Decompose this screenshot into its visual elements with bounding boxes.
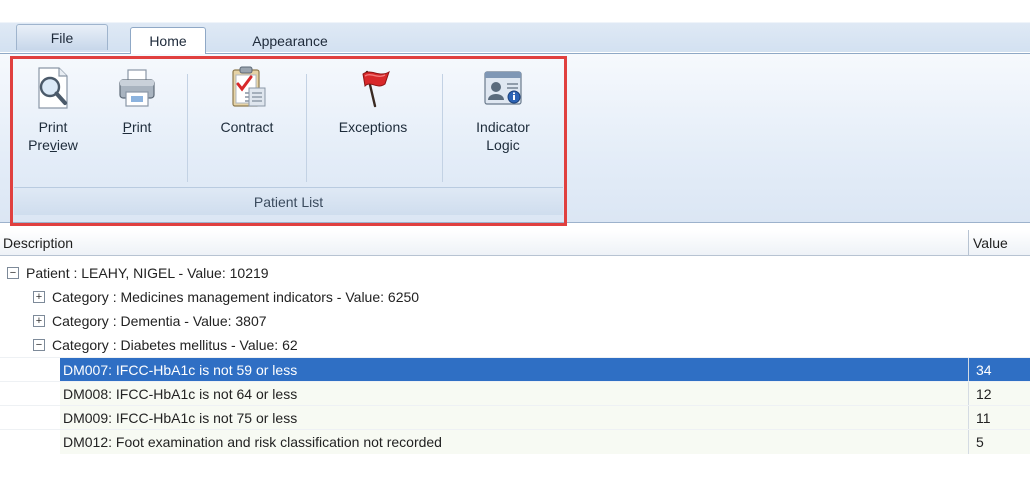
indicator-description: DM009: IFCC-HbA1c is not 75 or less xyxy=(63,410,298,426)
tree-row-patient[interactable]: − Patient : LEAHY, NIGEL - Value: 10219 xyxy=(0,261,1030,285)
tree-row-label: Category : Medicines management indicato… xyxy=(52,289,420,305)
clipboard-checklist-icon xyxy=(232,66,266,107)
column-header-value[interactable]: Value xyxy=(968,230,1030,256)
collapse-icon[interactable]: − xyxy=(7,267,19,279)
print-label: Print xyxy=(122,119,152,135)
collapse-icon[interactable]: − xyxy=(33,339,45,351)
tree-row-label: Category : Diabetes mellitus - Value: 62 xyxy=(52,337,298,353)
indicator-value: 34 xyxy=(976,362,992,378)
column-divider xyxy=(968,382,969,406)
tab-home[interactable]: Home xyxy=(130,27,206,54)
column-header-description[interactable]: Description xyxy=(3,230,73,256)
red-flag-icon xyxy=(362,70,390,108)
ribbon-separator xyxy=(442,74,443,182)
contract-button[interactable]: Contract xyxy=(204,66,290,186)
indicator-logic-button[interactable]: Indicator Logic xyxy=(454,66,552,186)
tree-row-label: Patient : LEAHY, NIGEL - Value: 10219 xyxy=(26,265,269,281)
indicator-logic-label-line2: Logic xyxy=(486,137,520,153)
column-divider xyxy=(968,358,969,382)
indicator-description: DM007: IFCC-HbA1c is not 59 or less xyxy=(63,362,298,378)
indicator-description: DM012: Foot examination and risk classif… xyxy=(63,434,442,450)
print-button[interactable]: Print xyxy=(112,66,162,186)
print-preview-label-line1: Print xyxy=(38,119,68,135)
expand-icon[interactable]: + xyxy=(33,315,45,327)
indicator-value: 12 xyxy=(976,386,992,402)
patient-list-group-label: Patient List xyxy=(14,187,563,215)
magnifier-page-icon xyxy=(38,67,68,109)
exceptions-label: Exceptions xyxy=(338,119,408,135)
tree-row-category[interactable]: + Category : Medicines management indica… xyxy=(0,285,1030,309)
ribbon-separator xyxy=(306,74,307,182)
tab-file[interactable]: File xyxy=(16,24,108,50)
user-info-card-icon xyxy=(484,71,522,105)
list-header: Description Value xyxy=(0,230,1030,256)
tree-row-category[interactable]: − Category : Diabetes mellitus - Value: … xyxy=(0,333,1030,357)
column-divider xyxy=(968,406,969,430)
ribbon-tab-bar: File Home Appearance xyxy=(0,0,1030,54)
printer-icon xyxy=(119,69,155,107)
print-preview-button[interactable]: Print Preview xyxy=(22,66,84,186)
print-preview-label-line2: Preview xyxy=(28,137,78,153)
table-row[interactable]: DM009: IFCC-HbA1c is not 75 or less 11 xyxy=(0,405,1030,430)
tree-row-label: Category : Dementia - Value: 3807 xyxy=(52,313,267,329)
indicator-value: 5 xyxy=(976,434,984,450)
tree-row-category[interactable]: + Category : Dementia - Value: 3807 xyxy=(0,309,1030,333)
table-row-selected[interactable]: DM007: IFCC-HbA1c is not 59 or less 34 xyxy=(0,357,1030,382)
table-row[interactable]: DM008: IFCC-HbA1c is not 64 or less 12 xyxy=(0,381,1030,406)
expand-icon[interactable]: + xyxy=(33,291,45,303)
indicator-logic-label-line1: Indicator xyxy=(476,119,530,135)
indicator-description: DM008: IFCC-HbA1c is not 64 or less xyxy=(63,386,298,402)
tab-appearance[interactable]: Appearance xyxy=(226,28,354,54)
indicator-value: 11 xyxy=(976,410,991,426)
ribbon-separator xyxy=(187,74,188,182)
exceptions-button[interactable]: Exceptions xyxy=(318,66,428,186)
contract-label: Contract xyxy=(220,119,274,135)
table-row[interactable]: DM012: Foot examination and risk classif… xyxy=(0,429,1030,454)
column-divider xyxy=(968,430,969,454)
